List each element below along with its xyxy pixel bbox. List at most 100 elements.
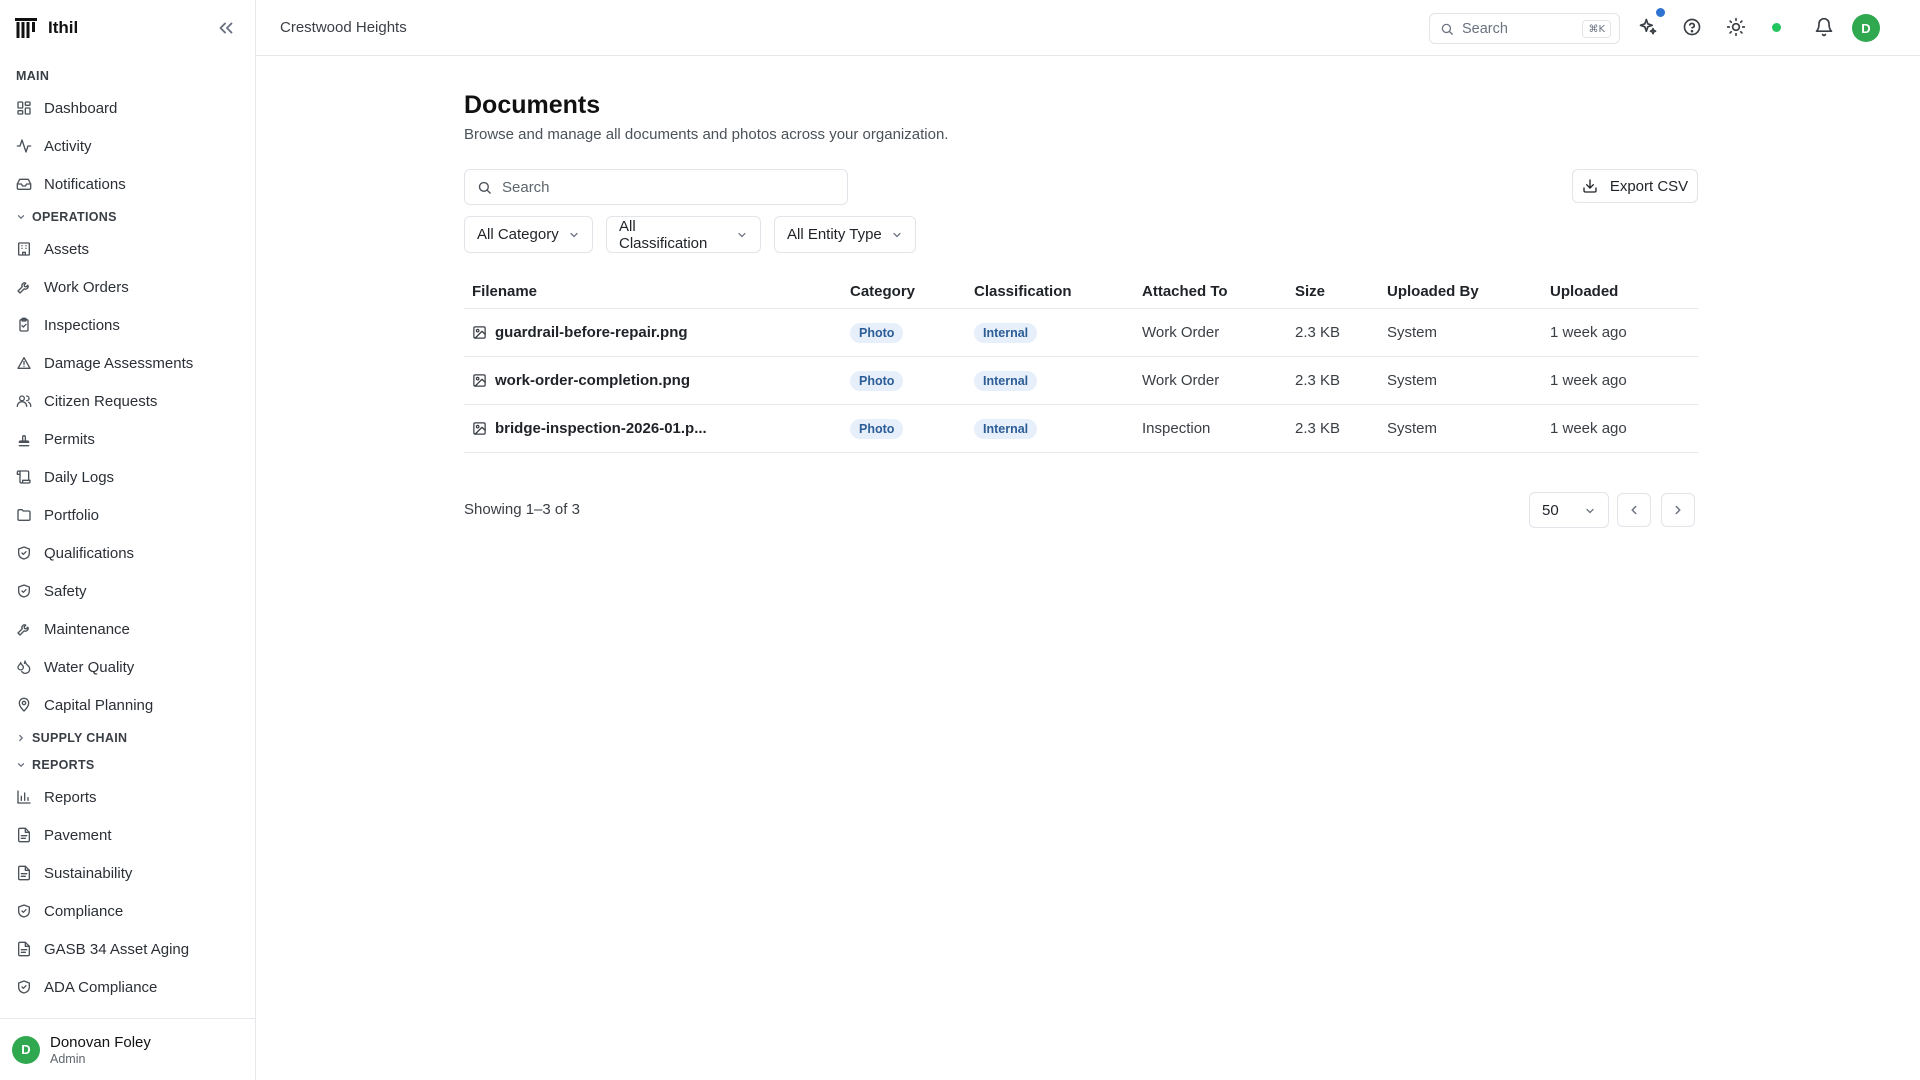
sidebar-item-activity[interactable]: Activity [0, 127, 255, 165]
droplets-icon [17, 660, 31, 674]
filename-text: bridge-inspection-2026-01.p... [495, 420, 707, 437]
notifications-button[interactable] [1814, 17, 1834, 37]
chevron-down-icon [1586, 508, 1594, 514]
sidebar-item-qualifications[interactable]: Qualifications [0, 534, 255, 572]
sidebar-item-reports[interactable]: Reports [0, 778, 255, 816]
table-row[interactable]: work-order-completion.png Photo Internal Wo… [464, 357, 1698, 405]
next-page-button[interactable] [1661, 493, 1695, 527]
category-filter[interactable]: All Category [464, 216, 593, 253]
chevron-right-icon [1675, 505, 1681, 515]
scroll-icon [16, 470, 31, 484]
sidebar-item-inspections[interactable]: Inspections [0, 306, 255, 344]
bell-icon [1815, 17, 1833, 37]
table-row[interactable]: guardrail-before-repair.png Photo Internal… [464, 309, 1698, 357]
table-header: Filename Category Classification Attache… [464, 274, 1698, 309]
search-icon [478, 181, 491, 194]
sidebar-item-label: Reports [44, 788, 97, 806]
entity-type-filter[interactable]: All Entity Type [774, 216, 916, 253]
sidebar-item-damage-assessments[interactable]: Damage Assessments [0, 344, 255, 382]
filename-link[interactable]: work-order-completion.png [472, 372, 850, 389]
brand[interactable]: Ithil [0, 0, 255, 56]
sidebar-item-permits[interactable]: Permits [0, 420, 255, 458]
column-filename[interactable]: Filename [464, 283, 850, 300]
classification-badge: Internal [974, 418, 1038, 439]
sidebar-item-daily-logs[interactable]: Daily Logs [0, 458, 255, 496]
sidebar-item-safety[interactable]: Safety [0, 572, 255, 610]
classification-filter-label: All Classification [619, 217, 708, 252]
sidebar-item-label: Citizen Requests [44, 392, 158, 410]
section-supply-chain[interactable]: SUPPLY CHAIN [0, 724, 255, 751]
section-operations-label: OPERATIONS [32, 209, 117, 224]
filename-link[interactable]: bridge-inspection-2026-01.p... [472, 420, 850, 437]
sidebar-item-citizen-requests[interactable]: Citizen Requests [0, 382, 255, 420]
sidebar-item-ada-compliance[interactable]: ADA Compliance [0, 968, 255, 1006]
global-search-placeholder: Search [1462, 20, 1508, 37]
category-filter-label: All Category [477, 226, 559, 243]
sidebar-item-label: Daily Logs [44, 468, 115, 486]
uploaded-cell: 1 week ago [1550, 324, 1627, 341]
collapse-sidebar-icon[interactable] [215, 17, 237, 39]
sidebar-item-dashboard[interactable]: Dashboard [0, 89, 255, 127]
page-subtitle: Browse and manage all documents and phot… [464, 126, 949, 143]
image-icon [473, 374, 486, 387]
section-supply-chain-label: SUPPLY CHAIN [32, 730, 128, 745]
classification-filter[interactable]: All Classification [606, 216, 761, 253]
breadcrumb[interactable]: Crestwood Heights [280, 19, 407, 36]
sidebar-item-assets[interactable]: Assets [0, 230, 255, 268]
column-attached-to[interactable]: Attached To [1142, 283, 1295, 300]
help-circle-icon [1683, 18, 1701, 36]
previous-page-button[interactable] [1617, 493, 1651, 527]
search-icon [1441, 23, 1453, 35]
clipboard-check-icon [19, 317, 29, 332]
chevron-down-icon [570, 232, 578, 237]
sidebar-item-gasb-34-asset-aging[interactable]: GASB 34 Asset Aging [0, 930, 255, 968]
file-text-icon [18, 865, 30, 881]
sidebar-item-sustainability[interactable]: Sustainability [0, 854, 255, 892]
ai-assistant-button[interactable] [1638, 8, 1665, 37]
classification-badge: Internal [974, 370, 1038, 391]
image-icon [473, 326, 486, 339]
sidebar-item-label: Capital Planning [44, 696, 154, 714]
help-button[interactable] [1682, 17, 1702, 37]
sidebar-item-label: Qualifications [44, 544, 135, 562]
section-operations[interactable]: OPERATIONS [0, 203, 255, 230]
file-text-icon [18, 941, 30, 957]
sidebar-item-capital-planning[interactable]: Capital Planning [0, 686, 255, 724]
chevron-left-icon [1631, 505, 1637, 515]
table-row[interactable]: bridge-inspection-2026-01.p... Photo Inter… [464, 405, 1698, 453]
page-title: Documents [464, 91, 601, 119]
documents-table: Filename Category Classification Attache… [464, 274, 1698, 453]
user-avatar-button[interactable]: D [1852, 14, 1880, 42]
documents-search[interactable] [464, 169, 848, 205]
warning-icon [17, 357, 31, 369]
column-size[interactable]: Size [1295, 283, 1387, 300]
export-csv-button[interactable]: Export CSV [1572, 169, 1698, 203]
sidebar-item-portfolio[interactable]: Portfolio [0, 496, 255, 534]
sidebar-item-pavement[interactable]: Pavement [0, 816, 255, 854]
theme-toggle-button[interactable] [1726, 17, 1746, 37]
documents-search-input[interactable] [502, 178, 822, 196]
shield-check-icon [18, 904, 30, 918]
sidebar-item-label: Portfolio [44, 506, 100, 524]
sidebar-item-notifications[interactable]: Notifications [0, 165, 255, 203]
category-badge: Photo [850, 322, 904, 343]
column-uploaded-by[interactable]: Uploaded By [1387, 283, 1550, 300]
global-search[interactable]: Search ⌘K [1429, 13, 1620, 44]
shield-check-icon [18, 584, 30, 598]
section-main: MAIN [16, 68, 50, 83]
section-reports[interactable]: REPORTS [0, 751, 255, 778]
sidebar-item-compliance[interactable]: Compliance [0, 892, 255, 930]
column-uploaded[interactable]: Uploaded [1550, 283, 1690, 300]
page-size-select[interactable]: 50 [1529, 492, 1609, 528]
column-classification[interactable]: Classification [974, 283, 1142, 300]
chevron-down-icon [17, 762, 25, 767]
user-profile[interactable]: D Donovan Foley Admin [0, 1018, 255, 1080]
sidebar-item-water-quality[interactable]: Water Quality [0, 648, 255, 686]
sidebar-item-maintenance[interactable]: Maintenance [0, 610, 255, 648]
sidebar-item-label: Inspections [44, 316, 120, 334]
column-category[interactable]: Category [850, 283, 974, 300]
category-badge: Photo [850, 418, 904, 439]
sidebar-nav: MAIN Dashboard Activity Notifications OPER… [0, 62, 255, 1006]
sidebar-item-work-orders[interactable]: Work Orders [0, 268, 255, 306]
filename-link[interactable]: guardrail-before-repair.png [472, 324, 850, 341]
